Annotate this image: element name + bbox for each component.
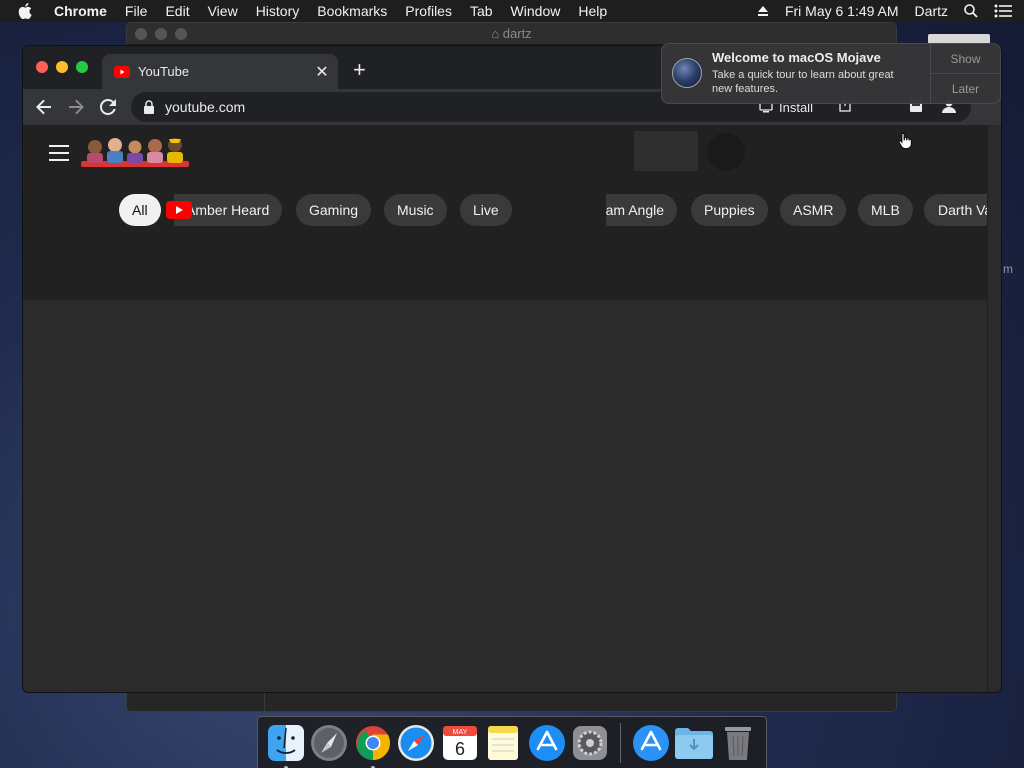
- youtube-doodle-logo[interactable]: [81, 135, 189, 167]
- reload-button[interactable]: [92, 91, 124, 123]
- chip-all[interactable]: All: [119, 194, 161, 226]
- calendar-month: MAY: [452, 729, 467, 736]
- menu-clock[interactable]: Fri May 6 1:49 AM: [785, 3, 899, 19]
- dock-separator: [620, 722, 621, 763]
- chip-darth-vader-clipped[interactable]: Darth Va: [924, 194, 987, 226]
- window-controls: [36, 61, 88, 73]
- tab-youtube[interactable]: YouTube ✕: [102, 54, 338, 89]
- chip-amber-heard[interactable]: Amber Heard: [166, 194, 283, 226]
- chrome-icon: [355, 725, 390, 760]
- background-window-title-text: dartz: [502, 26, 532, 41]
- app-store-downloads-icon: [632, 724, 669, 761]
- menu-profiles[interactable]: Profiles: [405, 3, 452, 19]
- eject-icon[interactable]: [757, 5, 769, 17]
- dock-finder[interactable]: [266, 723, 306, 768]
- reload-icon: [100, 99, 116, 115]
- system-preferences-icon: [573, 725, 608, 760]
- chip-mlb[interactable]: MLB: [858, 194, 913, 226]
- arrow-left-icon: [36, 99, 51, 115]
- tab-title: YouTube: [138, 64, 190, 79]
- apple-menu-icon[interactable]: [18, 3, 34, 19]
- menu-edit[interactable]: Edit: [165, 3, 189, 19]
- macos-notification[interactable]: Welcome to macOS Mojave Take a quick tou…: [661, 43, 1001, 104]
- chip-asmr[interactable]: ASMR: [780, 194, 847, 226]
- trash-icon: [725, 726, 752, 760]
- chip-puppies[interactable]: Puppies: [691, 194, 768, 226]
- menu-file[interactable]: File: [125, 3, 148, 19]
- youtube-favicon-icon: [114, 65, 130, 78]
- page-scrollbar[interactable]: [987, 125, 1001, 692]
- minimize-window-button[interactable]: [56, 61, 68, 73]
- dock-chrome[interactable]: [353, 723, 393, 768]
- dock-safari[interactable]: [397, 723, 437, 763]
- downloads-folder-icon: [675, 727, 714, 759]
- menu-bookmarks[interactable]: Bookmarks: [317, 3, 387, 19]
- forward-button[interactable]: [60, 91, 92, 123]
- url-text[interactable]: youtube.com: [165, 99, 245, 115]
- dock-calendar[interactable]: MAY 6: [440, 723, 480, 763]
- loading-placeholder-avatar: [707, 133, 745, 171]
- safari-icon: [398, 724, 435, 761]
- notification-actions: Show Later: [930, 44, 1000, 103]
- tab-close-icon[interactable]: ✕: [310, 62, 334, 82]
- calendar-icon: MAY 6: [442, 725, 477, 760]
- chip-label: am Angle: [605, 194, 677, 226]
- app-store-icon: [528, 724, 565, 761]
- youtube-play-icon: [166, 201, 192, 219]
- menu-app-chrome[interactable]: Chrome: [54, 3, 107, 19]
- menu-user[interactable]: Dartz: [915, 3, 948, 19]
- mojave-icon: [672, 58, 702, 88]
- chip-music[interactable]: Music: [384, 194, 447, 226]
- menu-help[interactable]: Help: [578, 3, 607, 19]
- dock-app-store[interactable]: [527, 723, 567, 763]
- background-window-titlebar[interactable]: ⌂ dartz: [127, 23, 896, 45]
- arrow-right-icon: [69, 99, 84, 115]
- dock-notes[interactable]: [484, 723, 524, 763]
- notes-icon: [488, 725, 519, 760]
- notification-body: Take a quick tour to learn about great n…: [712, 69, 894, 95]
- menu-tab[interactable]: Tab: [470, 3, 493, 19]
- menu-bar: Chrome File Edit View History Bookmarks …: [0, 0, 1024, 22]
- youtube-page: All Amber Heard Gaming Music Live am Ang…: [23, 125, 987, 692]
- background-window-text: m: [1003, 262, 1013, 276]
- notification-title: Welcome to macOS Mojave: [712, 50, 881, 65]
- menu-history[interactable]: History: [256, 3, 300, 19]
- dock-launchpad[interactable]: [310, 723, 350, 763]
- chip-label: Darth Va: [938, 202, 987, 218]
- dock-trash[interactable]: [718, 723, 758, 763]
- background-window-title: ⌂ dartz: [127, 26, 896, 41]
- notification-show-button[interactable]: Show: [931, 44, 1000, 74]
- chip-gaming[interactable]: Gaming: [296, 194, 372, 226]
- menu-window[interactable]: Window: [511, 3, 561, 19]
- youtube-header: All Amber Heard Gaming Music Live am Ang…: [23, 125, 987, 300]
- dock-downloads-folder[interactable]: [674, 723, 714, 763]
- fullscreen-window-button[interactable]: [76, 61, 88, 73]
- chrome-window: YouTube ✕ + youtube.com Install All Ambe…: [22, 45, 1002, 693]
- notification-content: Welcome to macOS Mojave Take a quick tou…: [712, 44, 930, 103]
- dock: MAY 6: [257, 716, 767, 768]
- chip-angle-clipped[interactable]: am Angle: [605, 194, 677, 226]
- menu-extras: Fri May 6 1:49 AM Dartz: [757, 0, 1012, 22]
- spotlight-search-icon[interactable]: [964, 4, 978, 18]
- close-window-button[interactable]: [36, 61, 48, 73]
- notification-center-icon[interactable]: [994, 4, 1012, 18]
- guide-menu-icon[interactable]: [49, 145, 69, 161]
- chip-live[interactable]: Live: [460, 194, 512, 226]
- launchpad-icon: [311, 724, 348, 761]
- loading-placeholder: [634, 131, 698, 171]
- finder-icon: [267, 724, 304, 761]
- lock-icon[interactable]: [143, 100, 155, 114]
- new-tab-button[interactable]: +: [353, 57, 366, 83]
- dock-system-preferences[interactable]: [571, 723, 611, 763]
- hand-cursor-icon: [898, 133, 912, 149]
- calendar-day: 6: [455, 739, 465, 759]
- back-button[interactable]: [28, 91, 60, 123]
- menu-view[interactable]: View: [208, 3, 238, 19]
- notification-later-button[interactable]: Later: [931, 74, 1000, 103]
- home-folder-icon: ⌂: [491, 26, 503, 41]
- chip-label: Amber Heard: [186, 202, 270, 218]
- dock-app-store-downloads[interactable]: [631, 723, 671, 763]
